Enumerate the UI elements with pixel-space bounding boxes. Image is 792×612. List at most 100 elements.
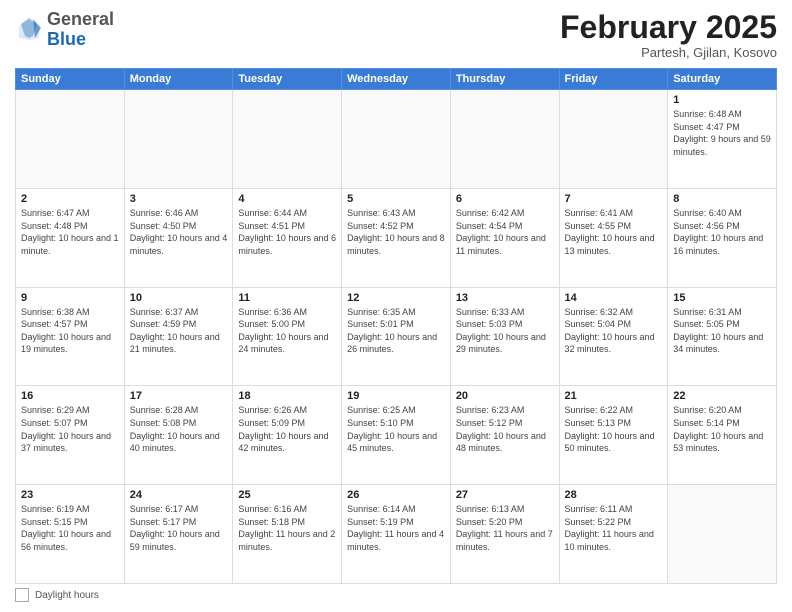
calendar-cell: 1 Sunrise: 6:48 AM Sunset: 4:47 PM Daylig… [668,90,777,189]
day-number: 4 [238,193,336,205]
day-number: 5 [347,193,445,205]
day-number: 18 [238,390,336,402]
logo-icon [15,16,43,44]
day-number: 15 [673,292,771,304]
calendar-cell: 7 Sunrise: 6:41 AM Sunset: 4:55 PM Daylig… [559,188,668,287]
day-number: 13 [456,292,554,304]
calendar-cell: 6 Sunrise: 6:42 AM Sunset: 4:54 PM Daylig… [450,188,559,287]
day-info: Sunrise: 6:29 AM Sunset: 5:07 PM Dayligh… [21,404,119,454]
day-info: Sunrise: 6:43 AM Sunset: 4:52 PM Dayligh… [347,207,445,257]
logo-general: General [47,9,114,29]
calendar-cell [124,90,233,189]
calendar-cell [668,485,777,584]
calendar-cell: 15Sunrise: 6:31 AM Sunset: 5:05 PM Dayli… [668,287,777,386]
calendar-cell: 10 Sunrise: 6:37 AM Sunset: 4:59 PM Dayli… [124,287,233,386]
day-info: Sunrise: 6:40 AM Sunset: 4:56 PM Dayligh… [673,207,771,257]
col-monday: Monday [124,69,233,90]
header: General Blue February 2025 Partesh, Gjil… [15,10,777,60]
day-number: 7 [565,193,663,205]
calendar-week-1: 1 Sunrise: 6:48 AM Sunset: 4:47 PM Daylig… [16,90,777,189]
day-number: 20 [456,390,554,402]
day-number: 27 [456,489,554,501]
day-info: Sunrise: 6:32 AM Sunset: 5:04 PM Dayligh… [565,306,663,356]
calendar-cell: 20 Sunrise: 6:23 AM Sunset: 5:12 PM Dayli… [450,386,559,485]
day-info: Sunrise: 6:48 AM Sunset: 4:47 PM Dayligh… [673,108,771,158]
calendar-cell: 2 Sunrise: 6:47 AM Sunset: 4:48 PM Daylig… [16,188,125,287]
day-number: 2 [21,193,119,205]
day-number: 25 [238,489,336,501]
day-number: 6 [456,193,554,205]
calendar-cell: 16 Sunrise: 6:29 AM Sunset: 5:07 PM Dayli… [16,386,125,485]
day-number: 9 [21,292,119,304]
day-info: Sunrise: 6:13 AM Sunset: 5:20 PM Dayligh… [456,503,554,553]
calendar-cell: 21 Sunrise: 6:22 AM Sunset: 5:13 PM Dayli… [559,386,668,485]
calendar-week-5: 23 Sunrise: 6:19 AM Sunset: 5:15 PM Dayli… [16,485,777,584]
calendar-week-2: 2 Sunrise: 6:47 AM Sunset: 4:48 PM Daylig… [16,188,777,287]
calendar-cell: 5 Sunrise: 6:43 AM Sunset: 4:52 PM Daylig… [342,188,451,287]
day-info: Sunrise: 6:37 AM Sunset: 4:59 PM Dayligh… [130,306,228,356]
day-info: Sunrise: 6:14 AM Sunset: 5:19 PM Dayligh… [347,503,445,553]
col-wednesday: Wednesday [342,69,451,90]
daylight-legend-label: Daylight hours [35,590,99,601]
day-info: Sunrise: 6:17 AM Sunset: 5:17 PM Dayligh… [130,503,228,553]
day-info: Sunrise: 6:41 AM Sunset: 4:55 PM Dayligh… [565,207,663,257]
day-info: Sunrise: 6:42 AM Sunset: 4:54 PM Dayligh… [456,207,554,257]
day-number: 24 [130,489,228,501]
calendar-cell: 26Sunrise: 6:14 AM Sunset: 5:19 PM Dayli… [342,485,451,584]
calendar-cell: 23 Sunrise: 6:19 AM Sunset: 5:15 PM Dayli… [16,485,125,584]
calendar-header-row: Sunday Monday Tuesday Wednesday Thursday… [16,69,777,90]
calendar-cell [16,90,125,189]
day-number: 12 [347,292,445,304]
day-number: 23 [21,489,119,501]
day-info: Sunrise: 6:22 AM Sunset: 5:13 PM Dayligh… [565,404,663,454]
day-info: Sunrise: 6:33 AM Sunset: 5:03 PM Dayligh… [456,306,554,356]
calendar-cell [559,90,668,189]
calendar-cell: 17 Sunrise: 6:28 AM Sunset: 5:08 PM Dayli… [124,386,233,485]
col-thursday: Thursday [450,69,559,90]
day-info: Sunrise: 6:11 AM Sunset: 5:22 PM Dayligh… [565,503,663,553]
calendar-cell: 8 Sunrise: 6:40 AM Sunset: 4:56 PM Daylig… [668,188,777,287]
calendar-cell: 14 Sunrise: 6:32 AM Sunset: 5:04 PM Dayli… [559,287,668,386]
page: General Blue February 2025 Partesh, Gjil… [0,0,792,612]
day-info: Sunrise: 6:44 AM Sunset: 4:51 PM Dayligh… [238,207,336,257]
day-number: 10 [130,292,228,304]
calendar-cell: 19 Sunrise: 6:25 AM Sunset: 5:10 PM Dayli… [342,386,451,485]
day-info: Sunrise: 6:19 AM Sunset: 5:15 PM Dayligh… [21,503,119,553]
day-number: 22 [673,390,771,402]
logo-blue: Blue [47,29,86,49]
calendar-cell: 25Sunrise: 6:16 AM Sunset: 5:18 PM Dayli… [233,485,342,584]
day-info: Sunrise: 6:38 AM Sunset: 4:57 PM Dayligh… [21,306,119,356]
calendar-cell: 3 Sunrise: 6:46 AM Sunset: 4:50 PM Daylig… [124,188,233,287]
calendar-cell: 9 Sunrise: 6:38 AM Sunset: 4:57 PM Daylig… [16,287,125,386]
day-info: Sunrise: 6:36 AM Sunset: 5:00 PM Dayligh… [238,306,336,356]
day-info: Sunrise: 6:28 AM Sunset: 5:08 PM Dayligh… [130,404,228,454]
calendar-table: Sunday Monday Tuesday Wednesday Thursday… [15,68,777,584]
day-number: 17 [130,390,228,402]
location-subtitle: Partesh, Gjilan, Kosovo [560,45,777,60]
day-info: Sunrise: 6:46 AM Sunset: 4:50 PM Dayligh… [130,207,228,257]
calendar-cell: 22 Sunrise: 6:20 AM Sunset: 5:14 PM Dayli… [668,386,777,485]
calendar-week-4: 16 Sunrise: 6:29 AM Sunset: 5:07 PM Dayli… [16,386,777,485]
calendar-cell: 18Sunrise: 6:26 AM Sunset: 5:09 PM Dayli… [233,386,342,485]
title-block: February 2025 Partesh, Gjilan, Kosovo [560,10,777,60]
day-number: 21 [565,390,663,402]
calendar-cell: 24 Sunrise: 6:17 AM Sunset: 5:17 PM Dayli… [124,485,233,584]
day-number: 1 [673,94,771,106]
day-number: 19 [347,390,445,402]
day-number: 28 [565,489,663,501]
day-number: 3 [130,193,228,205]
col-saturday: Saturday [668,69,777,90]
day-info: Sunrise: 6:47 AM Sunset: 4:48 PM Dayligh… [21,207,119,257]
day-number: 14 [565,292,663,304]
day-number: 16 [21,390,119,402]
day-info: Sunrise: 6:25 AM Sunset: 5:10 PM Dayligh… [347,404,445,454]
footer: Daylight hours [15,588,777,602]
day-info: Sunrise: 6:23 AM Sunset: 5:12 PM Dayligh… [456,404,554,454]
day-info: Sunrise: 6:20 AM Sunset: 5:14 PM Dayligh… [673,404,771,454]
day-number: 8 [673,193,771,205]
calendar-cell: 4 Sunrise: 6:44 AM Sunset: 4:51 PM Daylig… [233,188,342,287]
daylight-legend-box [15,588,29,602]
month-title: February 2025 [560,10,777,45]
calendar-cell: 12Sunrise: 6:35 AM Sunset: 5:01 PM Dayli… [342,287,451,386]
calendar-cell: 13 Sunrise: 6:33 AM Sunset: 5:03 PM Dayli… [450,287,559,386]
